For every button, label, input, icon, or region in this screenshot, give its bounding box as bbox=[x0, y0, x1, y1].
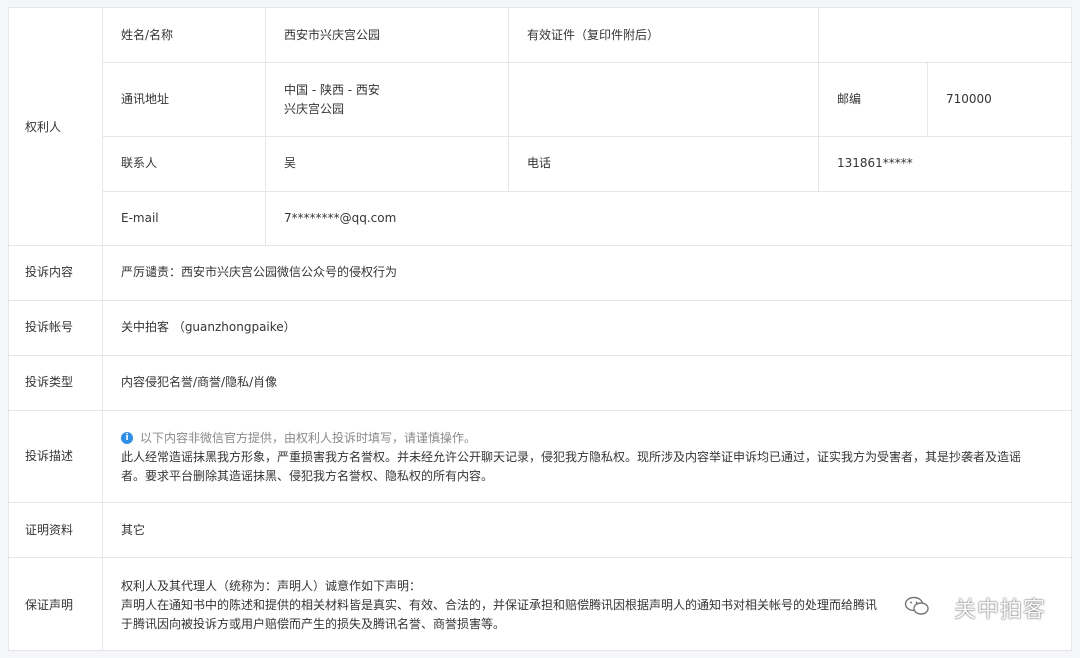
zip-value: 710000 bbox=[946, 92, 992, 106]
name-value: 西安市兴庆宫公园 bbox=[284, 28, 381, 42]
proof-materials-value: 其它 bbox=[121, 523, 146, 537]
statement-line1: 权利人及其代理人（统称为：声明人）诚意作如下声明： bbox=[121, 579, 422, 593]
statement-line2: 声明人在通知书中的陈述和提供的相关材料皆是真实、有效、合法的，并保证承担和赔偿腾… bbox=[121, 598, 878, 612]
watermark-text: 关中拍客 bbox=[953, 598, 1046, 623]
statement-line3: 于腾讯因向被投诉方或用户赔偿而产生的损失及腾讯名誉、商誉损害等。 bbox=[121, 617, 506, 631]
complaint-notice-table: 权利人 姓名/名称 西安市兴庆宫公园 有效证件（复印件附后） 通讯地址 中国 -… bbox=[8, 7, 1072, 651]
column-divider bbox=[927, 62, 928, 136]
row-divider bbox=[9, 355, 1071, 356]
owner-section-label: 权利人 bbox=[25, 120, 62, 134]
row-divider bbox=[103, 136, 1071, 137]
name-label: 姓名/名称 bbox=[121, 28, 174, 42]
wechat-icon bbox=[904, 596, 929, 615]
column-divider bbox=[508, 8, 509, 191]
zip-label: 邮编 bbox=[837, 92, 862, 106]
email-label: E-mail bbox=[121, 211, 159, 225]
id-document-label: 有效证件（复印件附后） bbox=[527, 28, 660, 42]
column-divider bbox=[265, 8, 266, 245]
proof-materials-label: 证明资料 bbox=[25, 523, 74, 537]
row-divider bbox=[9, 410, 1071, 411]
address-line2: 兴庆宫公园 bbox=[284, 102, 345, 116]
address-line1: 中国 - 陕西 - 西安 bbox=[284, 83, 380, 97]
email-value: 7********@qq.com bbox=[284, 211, 397, 225]
row-divider bbox=[9, 557, 1071, 558]
phone-label: 电话 bbox=[527, 156, 552, 170]
description-line2: 者。要求平台删除其造谣抹黑、侵犯我方名誉权、隐私权的所有内容。 bbox=[121, 469, 494, 483]
row-divider bbox=[103, 191, 1071, 192]
complaint-type-value: 内容侵犯名誉/商誉/隐私/肖像 bbox=[121, 375, 278, 389]
column-divider bbox=[818, 8, 819, 191]
row-divider bbox=[9, 300, 1071, 301]
info-icon: i bbox=[121, 432, 133, 444]
column-divider bbox=[102, 8, 103, 650]
row-divider bbox=[9, 502, 1071, 503]
row-divider bbox=[9, 245, 1071, 246]
complaint-account-label: 投诉帐号 bbox=[25, 320, 74, 334]
complaint-content-label: 投诉内容 bbox=[25, 265, 74, 279]
guarantee-statement-label: 保证声明 bbox=[25, 598, 74, 612]
address-label: 通讯地址 bbox=[121, 92, 170, 106]
description-notice: 以下内容非微信官方提供，由权利人投诉时填写，请谨慎操作。 bbox=[140, 431, 477, 445]
complaint-content-value: 严厉谴责：西安市兴庆宫公园微信公众号的侵权行为 bbox=[121, 265, 398, 279]
complaint-account-value: 关中拍客 （guanzhongpaike） bbox=[121, 320, 296, 334]
description-line1: 此人经常造谣抹黑我方形象，严重损害我方名誉权。并未经允许公开聊天记录，侵犯我方隐… bbox=[121, 450, 1022, 464]
contact-value: 吴 bbox=[284, 156, 297, 170]
complaint-type-label: 投诉类型 bbox=[25, 375, 74, 389]
complaint-description-label: 投诉描述 bbox=[25, 449, 74, 463]
row-divider bbox=[103, 62, 1071, 63]
contact-label: 联系人 bbox=[121, 156, 158, 170]
phone-value: 131861***** bbox=[837, 156, 913, 170]
